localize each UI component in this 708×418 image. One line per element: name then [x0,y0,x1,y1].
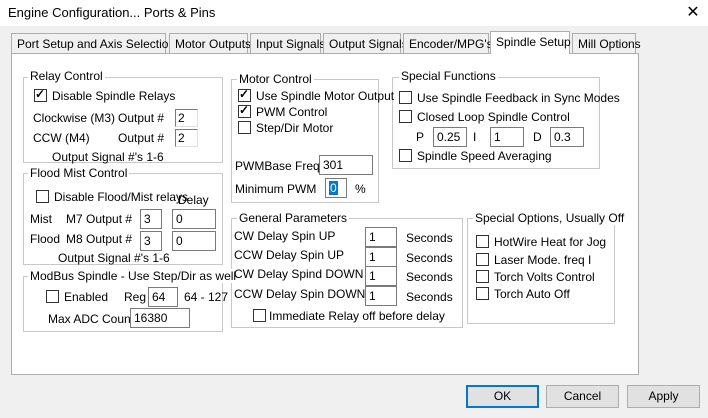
immediate-relay-label: Immediate Relay off before delay [269,309,445,323]
clockwise-label: Clockwise (M3) [33,111,116,125]
m8-output-label: M8 Output # [66,232,133,246]
flood-mist-title: Flood Mist Control [28,166,130,180]
pwm-base-freq-label: PWMBase Freq. [235,159,324,173]
cw-output-field[interactable]: 2 [175,109,198,127]
speed-averaging-checkbox[interactable] [399,149,412,162]
speed-averaging-label: Spindle Speed Averaging [417,149,552,163]
cw-delay-up-unit: Seconds [406,231,453,245]
mist-delay-field[interactable]: 0 [172,209,216,229]
special-options-title: Special Options, Usually Off [473,211,627,225]
step-dir-motor-checkbox[interactable] [238,121,251,134]
flood-output-signal-note: Output Signal #'s 1-6 [58,251,170,265]
ccw-output-label: Output # [118,131,165,145]
cw-delay-down-field[interactable]: 1 [365,266,397,286]
close-icon[interactable]: ✕ [684,2,702,22]
i-field[interactable]: 1 [490,127,524,147]
mist-label: Mist [30,212,52,226]
laser-mode-label: Laser Mode. freq I [494,253,592,267]
d-field[interactable]: 0.3 [550,127,584,147]
cancel-button[interactable]: Cancel [546,385,619,408]
tab-output-signals[interactable]: Output Signals [323,33,408,53]
step-dir-motor-label: Step/Dir Motor [256,121,334,135]
general-parameters-title: General Parameters [237,211,350,225]
reg-range-label: 64 - 127 [184,290,229,304]
min-pwm-field[interactable]: 0 [325,178,347,198]
cw-delay-down-unit: Seconds [406,270,453,284]
pwm-control-label: PWM Control [256,105,328,119]
tab-motor-outputs[interactable]: Motor Outputs [169,33,251,53]
min-pwm-label: Minimum PWM [235,182,317,196]
relay-control-title: Relay Control [28,69,105,83]
ok-button[interactable]: OK [466,385,539,408]
torch-volts-checkbox[interactable] [476,270,489,283]
use-spindle-motor-label: Use Spindle Motor Output [256,89,395,103]
disable-flood-mist-label: Disable Flood/Mist relays [54,190,189,204]
spindle-feedback-checkbox[interactable] [399,91,412,104]
reg-field[interactable]: 64 [148,287,178,307]
d-label: D [533,130,542,144]
delay-label: Delay [178,193,209,207]
special-functions-title: Special Functions [399,69,498,83]
ccw-delay-up-label: CCW Delay Spin UP [234,248,345,262]
ccw-delay-up-unit: Seconds [406,251,453,265]
apply-button[interactable]: Apply [627,385,700,408]
tab-input-signals[interactable]: Input Signals [250,33,325,53]
max-adc-label: Max ADC Count [48,312,135,326]
immediate-relay-checkbox[interactable] [253,309,266,322]
flood-label: Flood [30,232,61,246]
hotwire-heat-label: HotWire Heat for Jog [494,235,607,249]
hotwire-heat-checkbox[interactable] [476,235,489,248]
min-pwm-unit: % [355,182,366,196]
disable-flood-mist-checkbox[interactable] [36,190,49,203]
modbus-enabled-checkbox[interactable] [46,290,59,303]
m7-output-label: M7 Output # [66,212,133,226]
cw-delay-up-label: CW Delay Spin UP [234,229,336,243]
use-spindle-motor-checkbox[interactable] [238,87,251,102]
motor-control-title: Motor Control [237,72,314,86]
ccw-delay-down-label: CCW Delay Spin DOWN [234,287,366,301]
max-adc-field[interactable]: 16380 [130,308,190,328]
p-label: P [416,130,425,144]
laser-mode-checkbox[interactable] [476,253,489,266]
window-title: Engine Configuration... Ports & Pins [8,5,216,20]
torch-auto-off-label: Torch Auto Off [494,287,570,301]
tab-port-setup[interactable]: Port Setup and Axis Selection [11,33,175,53]
torch-auto-off-checkbox[interactable] [476,287,489,300]
spindle-feedback-label: Use Spindle Feedback in Sync Modes [417,91,620,105]
torch-volts-label: Torch Volts Control [494,270,595,284]
mist-output-field[interactable]: 3 [140,209,162,229]
pwm-control-checkbox[interactable] [238,103,251,118]
cw-output-label: Output # [118,111,165,125]
closed-loop-checkbox[interactable] [399,110,412,123]
i-label: I [473,130,477,144]
closed-loop-label: Closed Loop Spindle Control [417,110,570,124]
tab-spindle-setup[interactable]: Spindle Setup [490,31,571,54]
cw-delay-up-field[interactable]: 1 [365,227,397,247]
reg-label: Reg [124,290,147,304]
ccw-delay-down-unit: Seconds [406,290,453,304]
disable-spindle-relays-checkbox[interactable] [34,87,47,102]
min-pwm-value: 0 [329,181,338,195]
tab-mill-options[interactable]: Mill Options [572,33,641,53]
ccw-delay-down-field[interactable]: 1 [365,286,397,306]
tab-encoder-mpg[interactable]: Encoder/MPG's [403,33,493,53]
flood-output-field[interactable]: 3 [140,231,162,251]
modbus-spindle-title: ModBus Spindle - Use Step/Dir as well [28,269,239,283]
cw-delay-down-label: CW Delay Spind DOWN [234,267,364,281]
ccw-label: CCW (M4) [33,131,90,145]
pwm-base-freq-field[interactable]: 301 [319,155,373,175]
ccw-output-field[interactable]: 2 [175,129,198,147]
disable-spindle-relays-label: Disable Spindle Relays [52,89,176,103]
relay-output-signal-note: Output Signal #'s 1-6 [52,150,164,164]
p-field[interactable]: 0.25 [433,127,467,147]
flood-delay-field[interactable]: 0 [172,231,216,251]
ccw-delay-up-field[interactable]: 1 [365,247,397,267]
modbus-enabled-label: Enabled [64,290,109,304]
